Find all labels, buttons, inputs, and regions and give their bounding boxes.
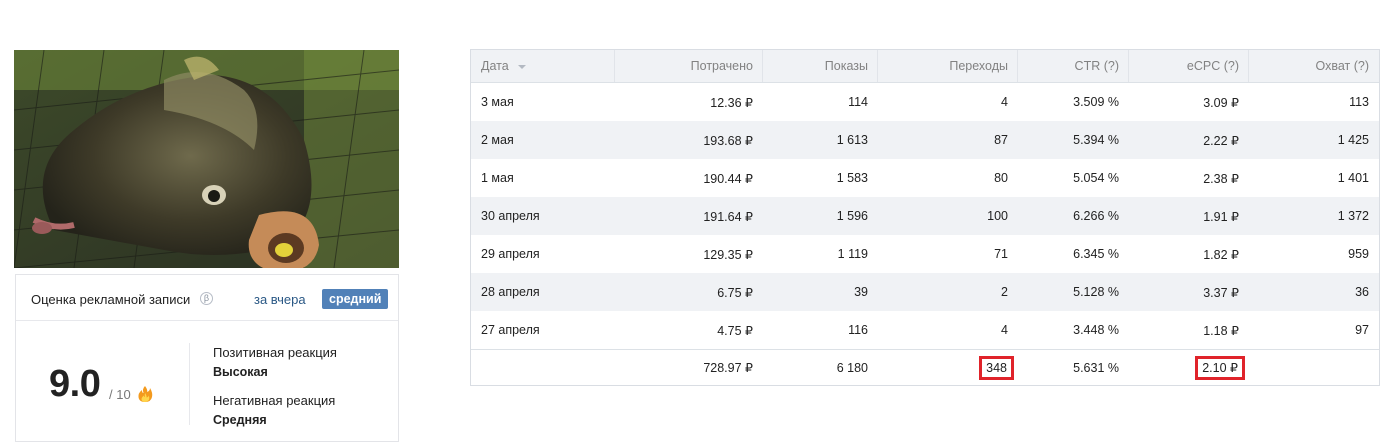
cell-ecpc: 2.22 ₽ — [1203, 133, 1239, 148]
cell-clicks: 80 — [994, 171, 1008, 185]
rating-score: 9.0 — [49, 363, 101, 405]
table-total-row: 728.97 ₽ 6 180 348 5.631 % 2.10 ₽ — [471, 349, 1379, 385]
negative-reaction-label: Негативная реакция — [213, 393, 336, 408]
header-clicks[interactable]: Переходы — [877, 50, 1017, 82]
cell-impressions: 1 119 — [837, 247, 868, 261]
cell-reach: 1 372 — [1337, 209, 1369, 223]
cell-spent: 6.75 ₽ — [717, 285, 753, 300]
cell-impressions: 116 — [848, 323, 868, 337]
total-clicks-cell: 348 — [877, 350, 1017, 385]
table-header-row: Дата Потрачено Показы Переходы CTR (?) e… — [471, 50, 1379, 83]
negative-reaction-value: Средняя — [213, 413, 267, 427]
cell-ecpc: 3.09 ₽ — [1203, 95, 1239, 110]
header-date[interactable]: Дата — [471, 50, 614, 82]
header-date-label: Дата — [481, 59, 509, 73]
total-date — [471, 350, 614, 385]
rating-score-max: / 10 — [109, 387, 131, 402]
cell-clicks: 87 — [994, 133, 1008, 147]
cell-date: 29 апреля — [481, 247, 540, 261]
cell-impressions: 1 583 — [836, 171, 868, 185]
cell-spent: 129.35 ₽ — [703, 247, 753, 262]
header-ecpc[interactable]: eCPC (?) — [1128, 50, 1248, 82]
cell-ecpc: 1.91 ₽ — [1203, 209, 1239, 224]
cell-ecpc: 3.37 ₽ — [1203, 285, 1239, 300]
total-ecpc-cell: 2.10 ₽ — [1128, 350, 1248, 385]
total-clicks-highlight: 348 — [979, 355, 1014, 380]
cell-impressions: 114 — [848, 95, 868, 109]
cell-date: 28 апреля — [481, 285, 540, 299]
header-impressions[interactable]: Показы — [762, 50, 877, 82]
header-ctr[interactable]: CTR (?) — [1017, 50, 1128, 82]
ad-rating-card: Оценка рекламной записи β за вчера средн… — [15, 274, 399, 442]
total-reach — [1248, 350, 1379, 385]
cell-ctr: 6.345 % — [1073, 247, 1119, 261]
cell-ctr: 6.266 % — [1073, 209, 1119, 223]
info-icon[interactable]: β — [200, 292, 213, 305]
cell-ctr: 5.128 % — [1073, 285, 1119, 299]
cell-ctr: 3.448 % — [1073, 323, 1119, 337]
positive-reaction-value: Высокая — [213, 365, 268, 379]
cell-reach: 1 401 — [1337, 171, 1369, 185]
ad-image — [14, 50, 399, 268]
cell-clicks: 4 — [1001, 95, 1008, 109]
cell-spent: 12.36 ₽ — [710, 95, 753, 110]
cell-clicks: 2 — [1001, 285, 1008, 299]
cell-impressions: 1 613 — [836, 133, 868, 147]
cell-date: 3 мая — [481, 95, 514, 109]
cell-clicks: 100 — [987, 209, 1008, 223]
rating-divider — [189, 343, 190, 425]
cell-ctr: 5.394 % — [1073, 133, 1119, 147]
cell-spent: 191.64 ₽ — [703, 209, 753, 224]
positive-reaction-label: Позитивная реакция — [213, 345, 337, 360]
total-spent: 728.97 ₽ — [703, 361, 753, 375]
table-row: 28 апреля 6.75 ₽ 39 2 5.128 % 3.37 ₽ 36 — [471, 273, 1379, 311]
total-impressions: 6 180 — [836, 360, 868, 375]
table-row: 3 мая 12.36 ₽ 114 4 3.509 % 3.09 ₽ 113 — [471, 83, 1379, 121]
cell-date: 27 апреля — [481, 323, 540, 337]
sort-down-icon — [517, 65, 526, 69]
table-row: 2 мая 193.68 ₽ 1 613 87 5.394 % 2.22 ₽ 1… — [471, 121, 1379, 159]
cell-reach: 959 — [1348, 247, 1369, 261]
header-spent[interactable]: Потрачено — [614, 50, 762, 82]
cell-date: 30 апреля — [481, 209, 540, 223]
cell-reach: 113 — [1349, 95, 1369, 109]
cell-date: 2 мая — [481, 133, 514, 147]
cell-spent: 190.44 ₽ — [703, 171, 753, 186]
cell-date: 1 мая — [481, 171, 514, 185]
cell-reach: 97 — [1355, 323, 1369, 337]
total-ctr: 5.631 % — [1073, 360, 1119, 375]
cell-ctr: 5.054 % — [1073, 171, 1119, 185]
cell-clicks: 4 — [1001, 323, 1008, 337]
cell-impressions: 1 596 — [836, 209, 868, 223]
rating-header: Оценка рекламной записи β за вчера средн… — [16, 275, 398, 321]
rating-title: Оценка рекламной записи — [31, 292, 191, 307]
cell-ecpc: 2.38 ₽ — [1203, 171, 1239, 186]
table-row: 1 мая 190.44 ₽ 1 583 80 5.054 % 2.38 ₽ 1… — [471, 159, 1379, 197]
table-row: 27 апреля 4.75 ₽ 116 4 3.448 % 1.18 ₽ 97 — [471, 311, 1379, 349]
cell-ctr: 3.509 % — [1073, 95, 1119, 109]
period-link[interactable]: за вчера — [254, 292, 306, 307]
total-ecpc-highlight: 2.10 ₽ — [1195, 355, 1245, 380]
table-row: 29 апреля 129.35 ₽ 1 119 71 6.345 % 1.82… — [471, 235, 1379, 273]
cell-ecpc: 1.18 ₽ — [1203, 323, 1239, 338]
cell-reach: 1 425 — [1337, 133, 1369, 147]
cell-reach: 36 — [1355, 285, 1369, 299]
cell-impressions: 39 — [854, 285, 868, 299]
table-row: 30 апреля 191.64 ₽ 1 596 100 6.266 % 1.9… — [471, 197, 1379, 235]
fire-icon — [137, 385, 153, 408]
stats-table: Дата Потрачено Показы Переходы CTR (?) e… — [470, 49, 1380, 386]
cell-ecpc: 1.82 ₽ — [1203, 247, 1239, 262]
header-reach[interactable]: Охват (?) — [1248, 50, 1379, 82]
cell-spent: 4.75 ₽ — [717, 323, 753, 338]
level-badge: средний — [322, 289, 389, 309]
cell-spent: 193.68 ₽ — [703, 133, 753, 148]
cell-clicks: 71 — [994, 247, 1008, 261]
